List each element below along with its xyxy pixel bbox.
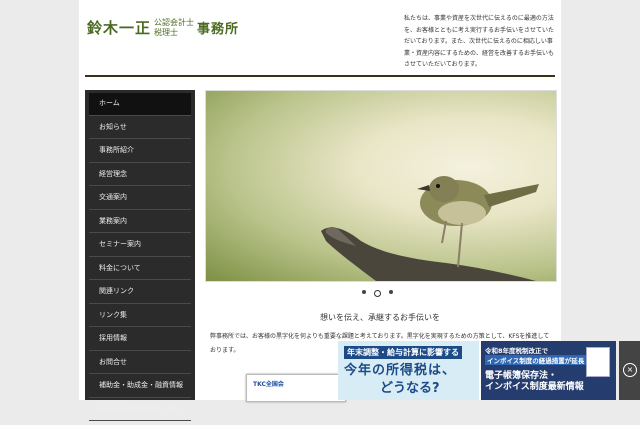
sidebar-item-services[interactable]: 業務案内 [89, 211, 191, 233]
ad1-line1: 年末調整・給与計算に影響する [344, 346, 462, 359]
header-divider [85, 75, 555, 77]
slider-pagination [362, 290, 393, 297]
sidebar-item-seminar[interactable]: セミナー案内 [89, 234, 191, 257]
sidebar-item-news[interactable]: お知らせ [89, 117, 191, 139]
sidebar-item-loans[interactable]: 関与先向け融資商品ご紹介 [89, 399, 191, 421]
sidebar-item-fees[interactable]: 料金について [89, 258, 191, 280]
sidebar-item-recruit[interactable]: 採用情報 [89, 328, 191, 351]
sidebar-item-philosophy[interactable]: 経営理念 [89, 164, 191, 186]
sidebar-item-about[interactable]: 事務所紹介 [89, 140, 191, 163]
bird-on-branch-image [321, 176, 539, 281]
sidebar-item-access[interactable]: 交通案内 [89, 187, 191, 210]
logo-office: 事務所 [197, 22, 240, 37]
ad-banner-invoice[interactable]: 令和8年度税制改正で インボイス制度の経過措置が延長 電子帳簿保存法・ インボイ… [481, 341, 616, 400]
sidebar-item-related-links[interactable]: 関連リンク [89, 281, 191, 304]
sidebar-nav: ホーム お知らせ 事務所紹介 経営理念 交通案内 業務案内 セミナー案内 料金に… [85, 90, 195, 421]
sidebar-item-subsidies[interactable]: 補助金・助成金・融資情報 [89, 375, 191, 398]
ad2-line2: インボイス制度の経過措置が延長 [485, 355, 587, 365]
logo-titles: 公認会計士 税理士 [154, 18, 194, 38]
ad1-line3: どうなる? [380, 381, 440, 396]
slide-dot-1[interactable] [362, 290, 366, 294]
close-icon[interactable]: × [623, 363, 637, 377]
site-logo[interactable]: 鈴木一正 公認会計士 税理士 事務所 [87, 17, 239, 38]
intro-text: 私たちは、事業や資産を次世代に伝えるのに最適の方法を、お客様とともに考え実行する… [404, 15, 555, 68]
logo-title-bottom: 税理士 [154, 27, 179, 37]
sidebar-item-home[interactable]: ホーム [89, 93, 191, 116]
document-icon [586, 347, 610, 377]
tkc-banner[interactable]: TKC全国会 [246, 374, 346, 402]
sidebar-item-links[interactable]: リンク集 [89, 305, 191, 327]
ad2-line1: 令和8年度税制改正で [485, 347, 549, 355]
ad-banner-income-tax[interactable]: 年末調整・給与計算に影響する 今年の所得税は、 どうなる? [338, 341, 479, 400]
ad1-line2: 今年の所得税は、 [344, 363, 457, 378]
logo-title-top: 公認会計士 [154, 17, 195, 27]
slide-dot-2[interactable] [374, 290, 381, 297]
slide-dot-3[interactable] [389, 290, 393, 294]
hero-slider[interactable] [205, 90, 557, 282]
sidebar-item-contact[interactable]: お問合せ [89, 352, 191, 374]
section-heading: 想いを伝え、承継するお手伝いを [320, 313, 440, 322]
logo-name: 鈴木一正 [87, 19, 152, 37]
tkc-label: TKC全国会 [253, 381, 284, 388]
ad-close-panel: × [619, 341, 640, 400]
ad2-line3: 電子帳簿保存法・ インボイス制度最新情報 [485, 371, 584, 392]
